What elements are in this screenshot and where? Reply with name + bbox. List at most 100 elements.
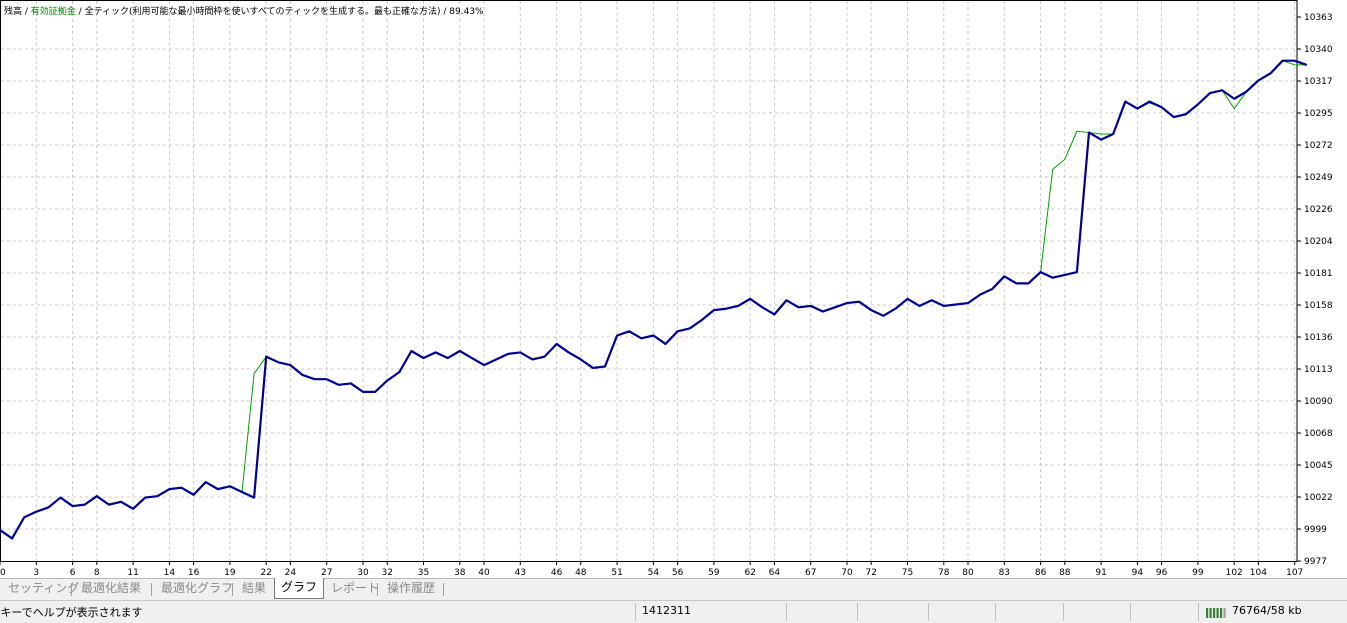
status-help-text: F1キーでヘルプが表示されます (0, 606, 143, 619)
y-tick-label: 9999 (1304, 525, 1327, 535)
x-tick-label: 51 (611, 568, 622, 578)
meter-bar (1216, 608, 1219, 618)
x-tick-label: 70 (841, 568, 853, 578)
x-tick-label: 14 (164, 568, 176, 578)
x-tick-label: 30 (357, 568, 369, 578)
y-tick-label: 10158 (1304, 301, 1333, 311)
meter-bar (1220, 608, 1223, 618)
y-tick-label: 10317 (1304, 77, 1333, 87)
x-tick-label: 8 (94, 568, 100, 578)
x-tick-label: 107 (1286, 568, 1303, 578)
x-tick-label: 46 (551, 568, 563, 578)
x-tick-label: 83 (999, 568, 1010, 578)
x-tick-label: 27 (321, 568, 332, 578)
y-tick-label: 10226 (1304, 205, 1333, 215)
y-tick-label: 10022 (1304, 493, 1333, 503)
x-tick-label: 88 (1059, 568, 1071, 578)
meter-bar (1209, 608, 1212, 618)
x-tick-label: 40 (478, 568, 490, 578)
x-tick-label: 56 (672, 568, 684, 578)
x-tick-label: 64 (769, 568, 781, 578)
status-divider (1198, 603, 1199, 621)
balance-equity-chart: 1036310340103171029510272102491022610204… (0, 0, 1333, 578)
x-tick-label: 72 (865, 568, 876, 578)
tab-report[interactable]: レポート (331, 579, 379, 598)
tab-divider (71, 583, 72, 596)
legend-balance: 残高 (4, 7, 23, 17)
legend-model: 全ティック(利用可能な最小時間枠を使いすべてのティックを生成する。最も正確な方法… (84, 7, 441, 17)
y-tick-label: 10272 (1304, 141, 1333, 151)
tester-tab-bar: セッティング 最適化結果 最適化グラフ 結果 グラフ レポート 操作履歴 (0, 578, 1347, 600)
status-divider (786, 603, 787, 621)
equity-line (0, 60, 1307, 540)
tab-divider (443, 583, 444, 596)
x-tick-label: 91 (1095, 568, 1106, 578)
x-tick-label: 54 (648, 568, 660, 578)
x-tick-label: 24 (285, 568, 297, 578)
y-tick-label: 9977 (1304, 557, 1327, 567)
tab-divider (151, 583, 152, 596)
x-tick-label: 6 (70, 568, 76, 578)
x-tick-label: 0 (0, 568, 6, 578)
y-tick-label: 10340 (1304, 45, 1333, 55)
status-bar: F1キーでヘルプが表示されます 1412311 76764/58 kb (0, 600, 1347, 623)
x-tick-label: 99 (1192, 568, 1204, 578)
tester-graph: 残高 / 有効証拠金 / 全ティック(利用可能な最小時間枠を使いすべてのティック… (0, 0, 1347, 578)
y-tick-label: 10068 (1304, 429, 1333, 439)
tab-optimization-results[interactable]: 最適化結果 (81, 579, 141, 598)
x-tick-label: 75 (902, 568, 913, 578)
x-tick-label: 16 (188, 568, 200, 578)
status-divider (857, 603, 858, 621)
y-tick-label: 10181 (1304, 269, 1333, 279)
x-tick-label: 62 (744, 568, 755, 578)
tab-divider (232, 583, 233, 596)
x-tick-label: 43 (515, 568, 526, 578)
plot-frame (0, 0, 1298, 562)
tab-results[interactable]: 結果 (242, 579, 266, 598)
y-tick-label: 10363 (1304, 13, 1333, 23)
legend-quality: 89.43% (449, 7, 484, 17)
graph-legend: 残高 / 有効証拠金 / 全ティック(利用可能な最小時間枠を使いすべてのティック… (4, 4, 484, 17)
status-divider (1063, 603, 1064, 621)
tab-optimization-graph[interactable]: 最適化グラフ (161, 579, 233, 598)
x-tick-label: 48 (575, 568, 587, 578)
x-tick-label: 11 (127, 568, 138, 578)
status-divider (995, 603, 996, 621)
y-tick-label: 10249 (1304, 173, 1333, 183)
meter-bar (1213, 608, 1216, 618)
legend-separator: / (440, 7, 450, 17)
meter-bar (1206, 608, 1209, 618)
x-tick-label: 80 (962, 568, 974, 578)
y-tick-label: 10113 (1304, 365, 1333, 375)
status-memory: 76764/58 kb (1232, 604, 1302, 617)
balance-line (0, 59, 1308, 540)
y-tick-label: 10136 (1304, 333, 1333, 343)
legend-equity: 有効証拠金 (30, 7, 76, 17)
x-tick-label: 67 (805, 568, 816, 578)
legend-separator: / (75, 7, 85, 17)
x-tick-label: 78 (938, 568, 950, 578)
x-tick-label: 59 (708, 568, 720, 578)
y-tick-label: 10090 (1304, 397, 1333, 407)
x-tick-label: 96 (1156, 568, 1168, 578)
tab-divider (377, 583, 378, 596)
tab-graph[interactable]: グラフ (274, 578, 325, 599)
status-divider (635, 603, 636, 621)
legend-separator: / (22, 7, 31, 17)
tab-journal[interactable]: 操作履歴 (387, 579, 435, 598)
y-tick-label: 10295 (1304, 109, 1333, 119)
x-tick-label: 104 (1250, 568, 1267, 578)
x-tick-label: 102 (1226, 568, 1243, 578)
x-tick-label: 86 (1035, 568, 1047, 578)
x-tick-label: 22 (260, 568, 271, 578)
x-tick-label: 38 (454, 568, 466, 578)
x-tick-label: 3 (33, 568, 39, 578)
status-divider (1130, 603, 1131, 621)
y-tick-label: 10045 (1304, 461, 1333, 471)
status-divider (928, 603, 929, 621)
x-tick-label: 94 (1132, 568, 1144, 578)
x-tick-label: 32 (381, 568, 392, 578)
tab-settings[interactable]: セッティング (8, 579, 79, 598)
y-tick-label: 10204 (1304, 237, 1333, 247)
status-number: 1412311 (642, 604, 691, 617)
